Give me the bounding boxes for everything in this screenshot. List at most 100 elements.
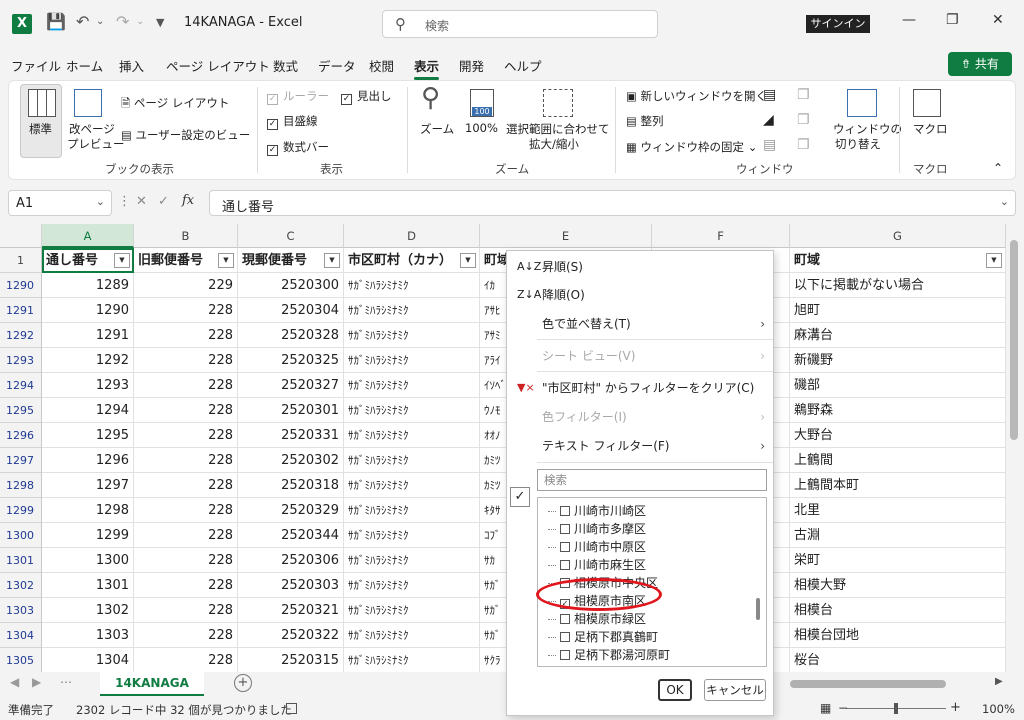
table-cell[interactable]: 228 [134,448,238,473]
table-cell[interactable]: 2520344 [238,523,344,548]
header-cell-g[interactable]: 町域 [790,248,1006,273]
table-cell[interactable]: 228 [134,473,238,498]
table-cell[interactable]: 1303 [42,623,134,648]
table-cell[interactable]: 2520327 [238,373,344,398]
table-cell[interactable]: ｻｶﾞﾐﾊﾗｼﾐﾅﾐｸ [344,623,480,648]
table-cell[interactable]: 1290 [42,298,134,323]
table-cell[interactable]: 2520331 [238,423,344,448]
filter-list-item[interactable]: 川崎市川崎区 [548,502,646,520]
page-break-label-2[interactable]: プレビュー [67,136,125,152]
table-cell[interactable]: 1298 [42,498,134,523]
expand-formula-bar-icon[interactable]: ⌄ [1000,195,1009,208]
table-cell[interactable]: 2520304 [238,298,344,323]
row-header[interactable]: 1297 [0,448,42,473]
table-cell[interactable]: 228 [134,323,238,348]
filter-list-item[interactable]: 足柄上郡開成町 [560,664,658,666]
table-cell[interactable]: 相模大野 [790,573,1006,598]
minimize-icon[interactable]: — [902,12,916,28]
zoom-level[interactable]: 100% [982,702,1015,716]
table-cell[interactable]: 228 [134,398,238,423]
table-cell[interactable]: 北里 [790,498,1006,523]
table-cell[interactable]: 2520321 [238,598,344,623]
table-cell[interactable]: 1302 [42,598,134,623]
customize-qat-icon[interactable]: ▼ [156,16,164,29]
table-cell[interactable]: 2520301 [238,398,344,423]
row-header[interactable]: 1296 [0,423,42,448]
table-cell[interactable]: 228 [134,523,238,548]
freeze-panes-button[interactable]: ▦ ウィンドウ枠の固定 ⌄ [626,139,757,155]
ruler-checkbox[interactable]: ✓ ルーラー [267,88,329,105]
column-header-a[interactable]: A [42,224,134,248]
table-cell[interactable]: 1299 [42,523,134,548]
table-cell[interactable]: 2520318 [238,473,344,498]
checkbox-checked-icon[interactable]: ✓ [560,599,570,609]
table-cell[interactable]: 1295 [42,423,134,448]
checkbox-icon[interactable] [560,560,570,570]
enter-icon[interactable]: ✓ [158,194,169,209]
checkbox-icon[interactable] [560,614,570,624]
filter-dropdown-icon[interactable]: ▼ [218,253,234,268]
prev-sheet-icon[interactable]: ◀ [10,675,19,689]
table-cell[interactable]: 栄町 [790,548,1006,573]
column-header-c[interactable]: C [238,224,344,248]
filter-value-list[interactable]: 川崎市川崎区 川崎市多摩区 川崎市中原区 川崎市麻生区 相模原市中央区 ✓ 相模原市南区 相模… [537,497,767,667]
row-header[interactable]: 1290 [0,273,42,298]
filter-dropdown-icon[interactable]: ▼ [986,253,1002,268]
table-cell[interactable]: 228 [134,598,238,623]
horizontal-scroll-thumb[interactable] [790,680,946,688]
checkbox-icon[interactable] [560,542,570,552]
tab-insert[interactable]: 挿入 [119,56,144,75]
more-options-icon[interactable]: ⋮ [118,194,131,209]
table-cell[interactable]: 上鶴間 [790,448,1006,473]
table-cell[interactable]: ｻｶﾞﾐﾊﾗｼﾐﾅﾐｸ [344,548,480,573]
zoom-icon[interactable]: ⚲ [421,83,440,113]
name-box[interactable]: A1 ⌄ [8,190,112,216]
zoom-to-selection-label-2[interactable]: 拡大/縮小 [529,136,579,152]
page-break-preview-icon[interactable] [74,89,102,117]
table-cell[interactable]: 1296 [42,448,134,473]
macro-icon[interactable] [913,89,941,117]
table-cell[interactable]: 228 [134,548,238,573]
filter-list-item[interactable]: 川崎市多摩区 [548,520,646,538]
insert-function-icon[interactable]: fx [182,193,194,208]
zoom-100-label[interactable]: 100% [465,121,498,135]
column-header-g[interactable]: G [790,224,1006,248]
tab-page-layout[interactable]: ページ レイアウト [166,56,270,75]
undo-icon[interactable]: ↶ [76,12,89,31]
text-filter-item[interactable]: テキスト フィルター(F) › [507,432,773,460]
row-header[interactable]: 1304 [0,623,42,648]
add-sheet-icon[interactable]: + [234,674,252,692]
table-cell[interactable]: 1291 [42,323,134,348]
sheet-tab-14kanaga[interactable]: 14KANAGA [100,672,204,696]
table-cell[interactable]: 1297 [42,473,134,498]
zoom-in-icon[interactable]: + [950,700,961,715]
table-cell[interactable]: 古淵 [790,523,1006,548]
row-header[interactable]: 1301 [0,548,42,573]
zoom-100-icon[interactable]: 100 [470,89,494,117]
filter-dropdown-icon[interactable]: ▼ [114,253,130,268]
checkbox-icon[interactable] [560,650,570,660]
custom-view-button[interactable]: ▤ ユーザー設定のビュー [121,127,250,143]
table-cell[interactable]: 2520315 [238,648,344,672]
headings-checkbox[interactable]: ✓ 見出し [341,88,392,105]
filter-search-input[interactable]: 検索 [537,469,767,491]
column-header-f[interactable]: F [652,224,790,248]
row-header[interactable]: 1298 [0,473,42,498]
filter-list-item[interactable]: 相模原市中央区 [548,574,658,592]
table-cell[interactable]: ｻｶﾞﾐﾊﾗｼﾐﾅﾐｸ [344,573,480,598]
table-cell[interactable]: 上鶴間本町 [790,473,1006,498]
restore-icon[interactable]: ❐ [946,12,959,28]
table-cell[interactable]: ｻｶﾞﾐﾊﾗｼﾐﾅﾐｸ [344,373,480,398]
sort-by-color-item[interactable]: 色で並べ替え(T) › [507,310,773,338]
arrange-button[interactable]: ▤ 整列 [626,113,664,129]
table-cell[interactable]: 新磯野 [790,348,1006,373]
table-cell[interactable]: ｻｶﾞﾐﾊﾗｼﾐﾅﾐｸ [344,598,480,623]
sheet-view-item[interactable]: シート ビュー(V) › [507,342,773,370]
table-cell[interactable]: 228 [134,648,238,672]
table-cell[interactable]: ｻｶﾞﾐﾊﾗｼﾐﾅﾐｸ [344,348,480,373]
filter-active-icon[interactable]: ▼ [460,253,476,268]
column-header-e[interactable]: E [480,224,652,248]
table-cell[interactable]: 228 [134,623,238,648]
row-header[interactable]: 1292 [0,323,42,348]
switch-windows-label-2[interactable]: 切り替え [835,136,881,152]
